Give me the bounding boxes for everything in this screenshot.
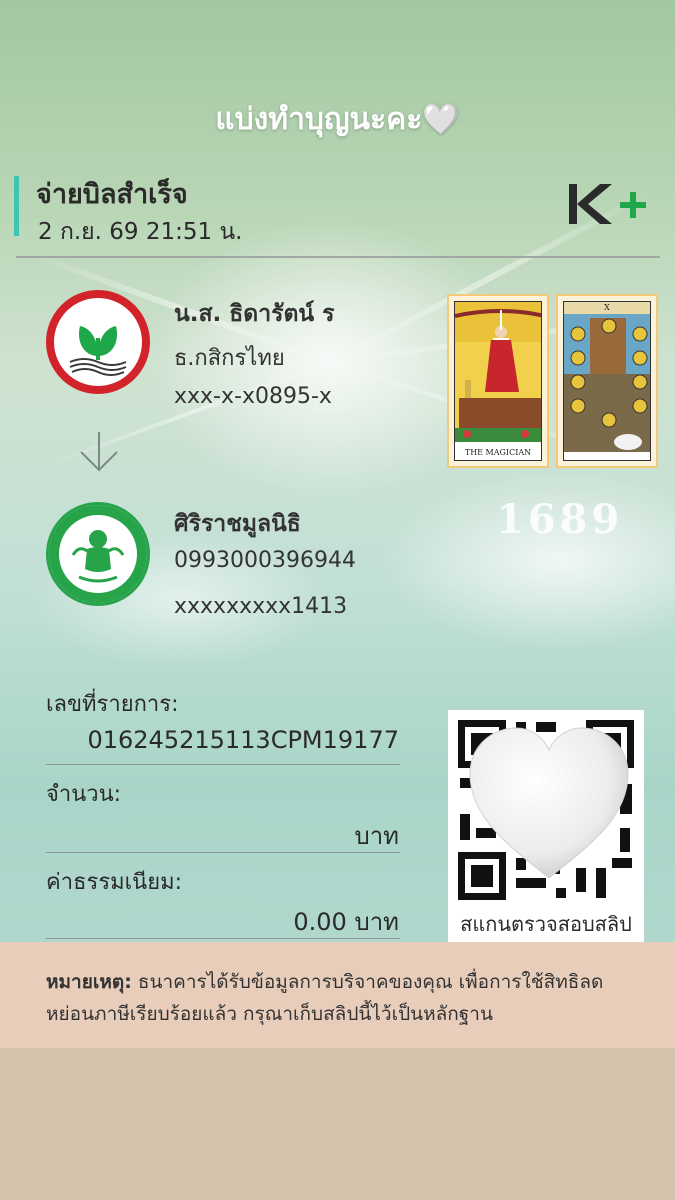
sender-name: น.ส. ธิดารัตน์ ร bbox=[174, 301, 335, 327]
amount-value: บาท bbox=[354, 822, 399, 850]
ref-label: เลขที่รายการ: bbox=[46, 692, 179, 717]
row-divider bbox=[46, 852, 400, 853]
kplus-logo bbox=[569, 184, 646, 224]
tarot-card-magician: THE MAGICIAN bbox=[447, 294, 549, 468]
receiver-biller-id: 0993000396944 bbox=[174, 548, 356, 573]
fee-label: ค่าธรรมเนียม: bbox=[46, 870, 182, 895]
tarot-card-ten-pentacles: X bbox=[556, 294, 658, 468]
decor-number: 1689 bbox=[496, 496, 624, 543]
arrow-down-icon bbox=[80, 432, 118, 472]
row-divider bbox=[46, 764, 400, 765]
sender-bank: ธ.กสิกรไทย bbox=[174, 346, 285, 371]
qr-caption: สแกนตรวจสอบสลิป bbox=[460, 912, 632, 936]
tarot-card-title: THE MAGICIAN bbox=[464, 448, 532, 457]
remark-box: หมายเหตุ: ธนาคารได้รับข้อมูลการบริจาคของ… bbox=[0, 942, 675, 1048]
story-caption: แบ่งทำบุญนะคะ🤍 bbox=[215, 102, 460, 137]
header-divider bbox=[16, 256, 660, 258]
heart-icon bbox=[469, 727, 629, 879]
amount-label: จำนวน: bbox=[46, 782, 122, 807]
status-title: จ่ายบิลสำเร็จ bbox=[36, 179, 188, 210]
siriraj-foundation-logo bbox=[46, 502, 150, 606]
ref-value: 016245215113CPM19177 bbox=[87, 726, 399, 754]
sender-account: xxx-x-x0895-x bbox=[174, 384, 332, 409]
receiver-reference: xxxxxxxxx1413 bbox=[174, 594, 348, 619]
row-divider bbox=[46, 938, 400, 939]
transaction-datetime: 2 ก.ย. 69 21:51 น. bbox=[38, 219, 243, 245]
receiver-name: ศิริราชมูลนิธิ bbox=[174, 511, 301, 537]
remark-label: หมายเหตุ: bbox=[46, 971, 132, 993]
status-accent-bar bbox=[14, 176, 19, 236]
kbank-logo bbox=[46, 290, 150, 394]
fee-value: 0.00 บาท bbox=[293, 908, 399, 936]
